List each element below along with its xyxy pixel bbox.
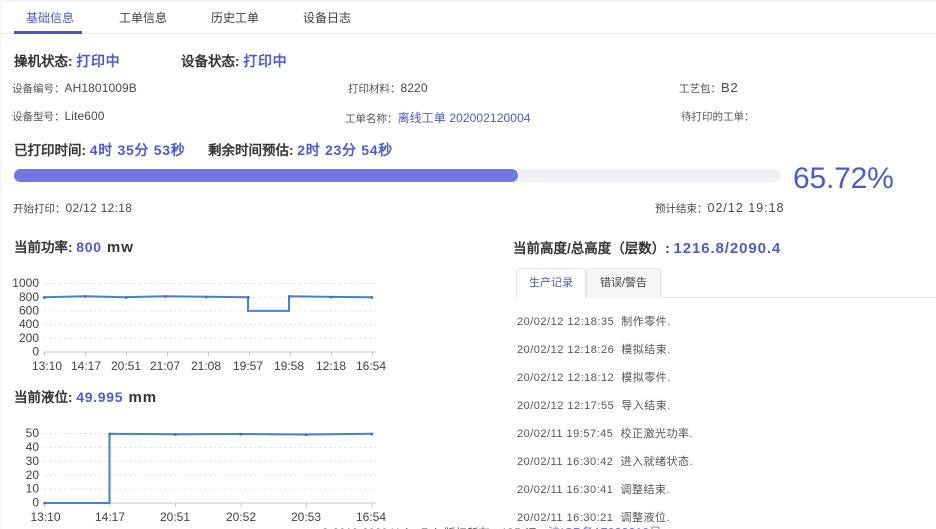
svg-text:50: 50 [26, 426, 40, 440]
svg-text:1000: 1000 [12, 276, 39, 290]
svg-text:30: 30 [26, 454, 40, 468]
svg-text:16:54: 16:54 [356, 359, 386, 373]
svg-text:12:18: 12:18 [316, 359, 346, 373]
svg-text:19:57: 19:57 [233, 359, 263, 373]
svg-text:21:07: 21:07 [150, 359, 180, 373]
svg-text:400: 400 [19, 317, 39, 331]
svg-text:40: 40 [26, 440, 40, 454]
svg-text:20: 20 [26, 468, 40, 482]
svg-text:0: 0 [32, 345, 39, 359]
svg-text:10: 10 [26, 482, 40, 496]
svg-text:800: 800 [19, 290, 39, 304]
svg-text:19:58: 19:58 [274, 359, 304, 373]
svg-text:600: 600 [19, 304, 39, 318]
svg-text:14:17: 14:17 [71, 359, 101, 373]
svg-text:20:51: 20:51 [111, 359, 141, 373]
svg-text:0: 0 [32, 496, 39, 510]
svg-text:21:08: 21:08 [191, 359, 221, 373]
svg-text:200: 200 [19, 331, 39, 345]
svg-text:13:10: 13:10 [32, 359, 62, 373]
